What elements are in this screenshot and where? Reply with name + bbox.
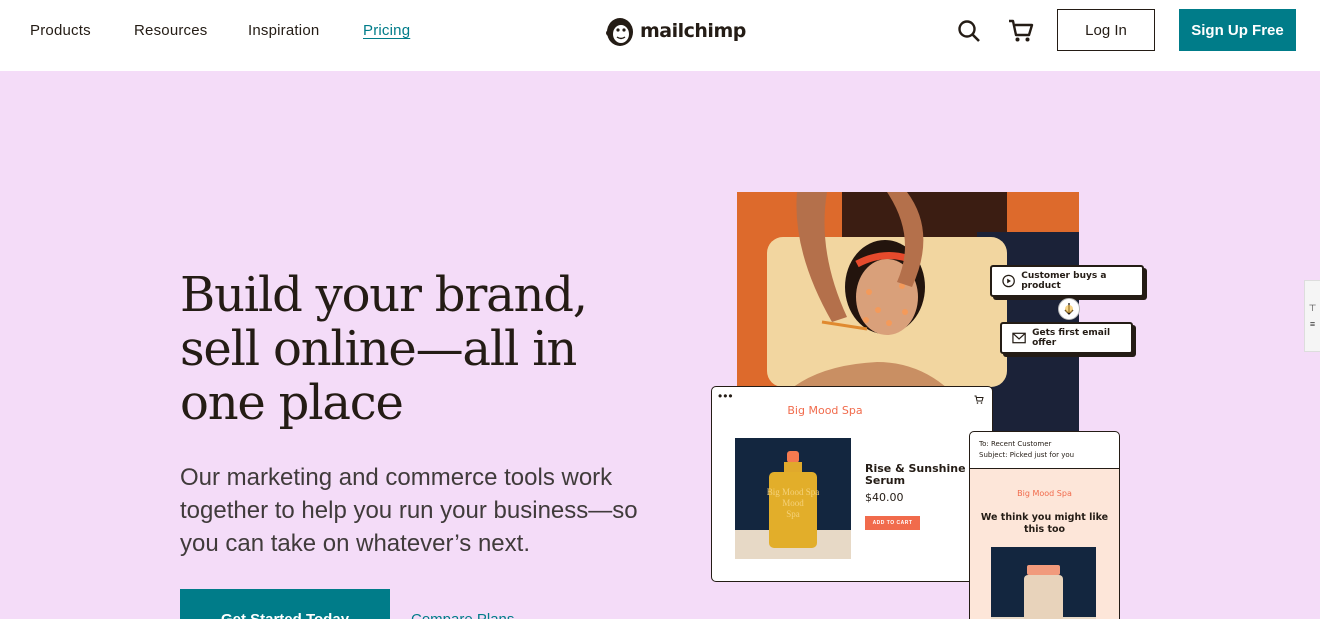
- nav-resources[interactable]: Resources: [134, 22, 208, 39]
- svg-text:Mood: Mood: [782, 498, 804, 508]
- flow-step-email: Gets first email offer: [1000, 322, 1133, 354]
- search-icon[interactable]: [955, 17, 983, 45]
- flow-step-1-label: Customer buys a product: [1021, 271, 1107, 291]
- product-name: Rise & Sunshine Serum: [865, 462, 966, 487]
- email-body: Big Mood Spa We think you might like thi…: [970, 468, 1119, 619]
- product-price: $40.00: [865, 491, 904, 504]
- side-widget-glyph: ≡: [1309, 319, 1316, 329]
- email-headline: We think you might like this too: [980, 512, 1109, 535]
- flow-step-purchase: Customer buys a product: [990, 265, 1144, 297]
- freddie-icon: [606, 18, 633, 46]
- email-store-name: Big Mood Spa: [1017, 489, 1072, 498]
- nav-pricing[interactable]: Pricing: [363, 22, 410, 39]
- email-to: To: Recent Customer: [979, 440, 1052, 448]
- nav-inspiration[interactable]: Inspiration: [248, 22, 319, 39]
- signup-button[interactable]: Sign Up Free: [1179, 9, 1296, 51]
- cart-icon[interactable]: [1007, 17, 1035, 45]
- flow-step-2-label: Gets first email offer: [1032, 328, 1111, 348]
- hero-title: Build your brand, sell online—all in one…: [180, 267, 588, 431]
- arrow-down-icon: [1058, 298, 1080, 320]
- email-subject: Subject: Picked just for you: [979, 451, 1075, 459]
- get-started-button[interactable]: Get Started Today: [180, 589, 390, 619]
- store-preview-card: ••• Big Mood Spa Big Mood Spa Mood Spa R…: [711, 386, 993, 582]
- svg-text:Spa: Spa: [786, 509, 800, 519]
- play-icon: [1002, 274, 1015, 288]
- email-header: To: Recent Customer Subject: Picked just…: [979, 439, 1074, 461]
- side-widget-glyph: ⊤: [1308, 303, 1317, 313]
- serum-bottle-image: Big Mood Spa Mood Spa: [735, 438, 851, 559]
- window-dots: •••: [718, 389, 734, 403]
- cart-icon: [974, 395, 984, 404]
- hero-subtitle: Our marketing and commerce tools work to…: [180, 464, 638, 557]
- store-name: Big Mood Spa: [787, 404, 863, 417]
- envelope-icon: [1012, 332, 1026, 344]
- bottle-label: Big Mood Spa: [767, 487, 820, 497]
- nav-products[interactable]: Products: [30, 22, 91, 39]
- side-feedback-tab[interactable]: ⊤ ≡: [1304, 280, 1320, 352]
- add-to-cart-button[interactable]: ADD TO CART: [865, 516, 920, 530]
- top-nav: Products Resources Inspiration Pricing m…: [0, 0, 1320, 71]
- mailchimp-logo[interactable]: mailchimp: [604, 14, 746, 48]
- email-product-image: [991, 547, 1096, 619]
- login-button[interactable]: Log In: [1057, 9, 1155, 51]
- logo-wordmark: mailchimp: [640, 20, 746, 42]
- compare-plans-link[interactable]: Compare Plans: [411, 611, 514, 619]
- email-preview-card: To: Recent Customer Subject: Picked just…: [969, 431, 1120, 619]
